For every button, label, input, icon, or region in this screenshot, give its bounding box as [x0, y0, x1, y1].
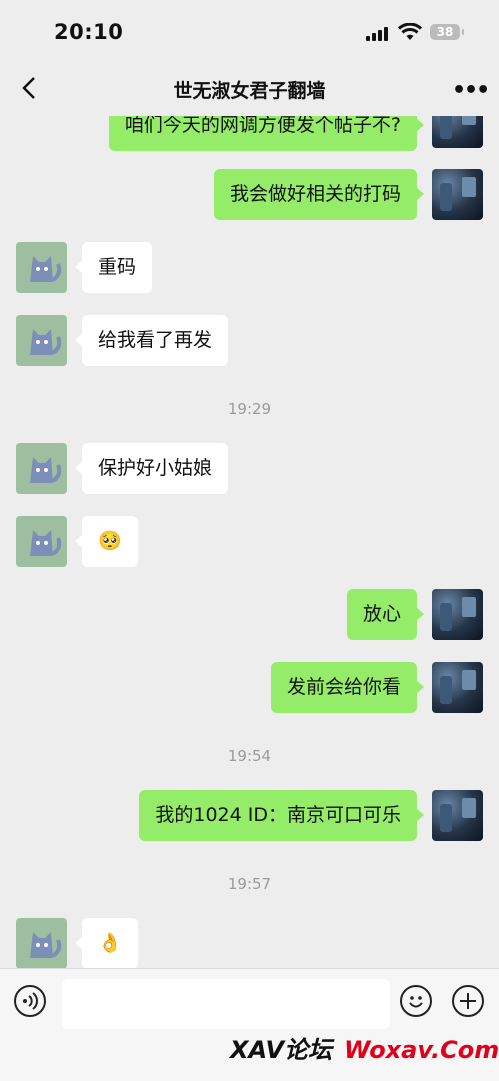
- contact-avatar[interactable]: [16, 918, 67, 968]
- battery-icon: 38: [430, 24, 464, 40]
- contact-avatar[interactable]: [16, 443, 67, 494]
- my-avatar[interactable]: [432, 790, 483, 841]
- wifi-icon: [397, 22, 423, 45]
- message-bubble[interactable]: 我的1024 ID：南京可口可乐: [139, 790, 424, 841]
- message-bubble[interactable]: 保护好小姑娘: [74, 443, 229, 494]
- my-avatar[interactable]: [432, 169, 483, 220]
- message-input[interactable]: [62, 979, 390, 1029]
- more-dots-icon[interactable]: •••: [452, 78, 490, 103]
- emoji-message-bubble[interactable]: 👌: [75, 918, 138, 968]
- chat-header: 世无淑女君子翻墙 •••: [0, 62, 499, 116]
- watermark: XAV论坛 Woxav.Com: [230, 1030, 499, 1065]
- status-bar: 20:10 38: [0, 0, 499, 62]
- battery-level: 38: [436, 25, 454, 39]
- watermark-text-1: XAV论坛: [230, 1036, 333, 1064]
- message-bubble[interactable]: 放心: [346, 589, 425, 640]
- message-list[interactable]: 咱们今天的网调方便发个帖子不? 我会做好相关的打码 重码 给我看了再发 19:2…: [0, 116, 499, 968]
- my-avatar[interactable]: [432, 662, 483, 713]
- timestamp: 19:54: [227, 747, 272, 765]
- voice-icon[interactable]: [14, 985, 46, 1017]
- emoji-message-bubble[interactable]: 🥺: [75, 516, 138, 567]
- contact-avatar[interactable]: [16, 315, 67, 366]
- contact-avatar[interactable]: [16, 242, 67, 293]
- contact-avatar[interactable]: [16, 516, 67, 567]
- timestamp: 19:57: [227, 875, 272, 893]
- signal-icon: [366, 27, 392, 41]
- my-avatar[interactable]: [432, 589, 483, 640]
- message-bubble[interactable]: 给我看了再发: [74, 315, 229, 366]
- message-bubble[interactable]: 发前会给你看: [270, 662, 425, 713]
- message-bubble[interactable]: 咱们今天的网调方便发个帖子不?: [108, 116, 425, 151]
- watermark-text-2: Woxav.Com: [344, 1036, 499, 1064]
- status-time: 20:10: [54, 20, 124, 44]
- message-bubble[interactable]: 重码: [74, 242, 153, 293]
- emoji-icon[interactable]: [400, 985, 432, 1017]
- my-avatar[interactable]: [432, 116, 483, 148]
- chat-title: 世无淑女君子翻墙: [173, 80, 326, 102]
- message-bubble[interactable]: 我会做好相关的打码: [213, 169, 425, 220]
- plus-icon[interactable]: [452, 985, 484, 1017]
- timestamp: 19:29: [227, 400, 272, 418]
